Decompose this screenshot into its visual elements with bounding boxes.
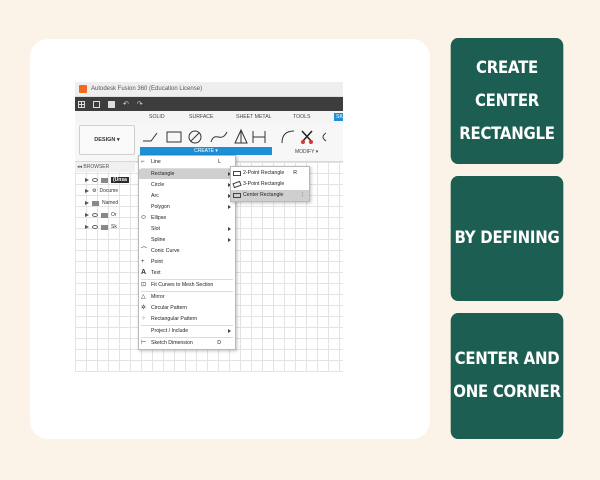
menu-item-rectangular-pattern[interactable]: ⁘ Rectangular Pattern [139, 314, 235, 324]
title-bar: Autodesk Fusion 360 (Education License) [75, 82, 343, 97]
submenu-item-2-point-rectangle[interactable]: 2-Point Rectangle R [231, 168, 309, 179]
tab-tools[interactable]: TOOLS [293, 114, 311, 120]
fit-curves-icon: ⊡ [141, 282, 147, 288]
ribbon-tabs: SOLID SURFACE SHEET METAL TOOLS SK [75, 111, 343, 123]
point-icon: + [141, 259, 145, 265]
tab-sketch[interactable]: SK [334, 113, 343, 121]
panel-line: BY DEFINING [454, 228, 560, 248]
modify-menu-button[interactable]: MODIFY ▾ [295, 149, 318, 155]
sketch-tools-icon[interactable] [141, 128, 271, 146]
modify-tools-icon[interactable] [280, 128, 340, 146]
redo-icon[interactable]: ↷ [137, 100, 143, 108]
expand-icon[interactable] [85, 189, 89, 193]
expand-icon[interactable] [85, 225, 89, 229]
menu-item-circle[interactable]: Circle [139, 180, 235, 190]
browser-row[interactable]: (Unsa [85, 175, 129, 185]
submenu-arrow-icon [228, 205, 231, 209]
gear-icon: ⚙ [92, 188, 97, 194]
conic-curve-icon: ⌒ [141, 248, 148, 254]
menu-item-point[interactable]: + Point [139, 257, 235, 267]
tab-solid[interactable]: SOLID [149, 114, 165, 120]
menu-item-mirror[interactable]: △ Mirror [139, 292, 235, 302]
text-icon: A [141, 269, 147, 276]
mirror-icon: △ [141, 294, 146, 300]
center-rectangle-icon [233, 193, 241, 198]
panel-line: RECTANGLE [459, 123, 555, 144]
component-icon [101, 177, 108, 183]
tab-sheet-metal[interactable]: SHEET METAL [236, 114, 272, 120]
ellipse-icon: ⬭ [141, 215, 147, 221]
panel-line: CENTER [474, 90, 540, 111]
file-icon[interactable] [93, 100, 100, 108]
expand-icon[interactable] [85, 213, 89, 217]
folder-icon [101, 212, 108, 218]
menu-item-project-include[interactable]: Project / Include [139, 326, 235, 336]
more-options-icon[interactable]: ⋮ [300, 190, 305, 201]
menu-item-rectangle[interactable]: Rectangle [139, 169, 235, 179]
menu-item-slot[interactable]: Slot [139, 224, 235, 234]
submenu-item-center-rectangle[interactable]: Center Rectangle ⋮ [231, 190, 309, 201]
browser-row[interactable]: Sk [85, 222, 117, 232]
panel-line: CENTER AND [454, 349, 560, 369]
fusion-screenshot: Autodesk Fusion 360 (Education License) … [75, 82, 343, 372]
circular-pattern-icon: ✲ [141, 305, 147, 311]
save-icon[interactable] [108, 100, 115, 108]
panel-line: CREATE [476, 57, 538, 78]
quick-access-toolbar: ↶ ↷ [75, 97, 343, 111]
menu-item-conic-curve[interactable]: ⌒ Conic Curve [139, 246, 235, 256]
visibility-icon[interactable] [92, 225, 98, 229]
panel-line: ONE CORNER [453, 382, 561, 402]
step-panel-create-center-rectangle: CREATE CENTER RECTANGLE [450, 38, 564, 164]
menu-item-line[interactable]: ⌐ Line L [139, 157, 235, 167]
create-menu-button[interactable]: CREATE ▾ [140, 147, 272, 155]
browser-header[interactable]: ◂◂ BROWSER [75, 162, 135, 172]
menu-item-circular-pattern[interactable]: ✲ Circular Pattern [139, 303, 235, 313]
data-panel-icon[interactable] [78, 100, 85, 108]
design-workspace-button[interactable]: DESIGN ▾ [79, 125, 135, 155]
tab-surface[interactable]: SURFACE [189, 114, 214, 120]
menu-item-ellipse[interactable]: ⬭ Ellipse [139, 213, 235, 223]
submenu-arrow-icon [228, 329, 231, 333]
menu-item-arc[interactable]: Arc [139, 191, 235, 201]
expand-icon[interactable] [85, 201, 89, 205]
visibility-icon[interactable] [92, 178, 98, 182]
rectangle-submenu: 2-Point Rectangle R 3-Point Rectangle Cen… [230, 166, 310, 202]
browser-row[interactable]: Or [85, 210, 117, 220]
visibility-icon[interactable] [92, 213, 98, 217]
rectangle-icon [233, 171, 241, 176]
menu-item-spline[interactable]: Spline [139, 235, 235, 245]
rectangular-pattern-icon: ⁘ [141, 316, 147, 322]
step-panel-by-defining: BY DEFINING [450, 176, 564, 301]
browser-row[interactable]: ⚙ Docume [85, 186, 118, 196]
menu-item-fit-curves[interactable]: ⊡ Fit Curves to Mesh Section [139, 280, 235, 290]
rotated-rectangle-icon [232, 180, 242, 189]
line-icon: ⌐ [141, 159, 145, 165]
menu-item-text[interactable]: A Text [139, 268, 235, 278]
window-title: Autodesk Fusion 360 (Education License) [91, 86, 203, 92]
sketch-dimension-icon: ⊢ [141, 340, 147, 346]
expand-icon[interactable] [85, 178, 89, 182]
folder-icon [101, 224, 108, 230]
menu-item-sketch-dimension[interactable]: ⊢ Sketch Dimension D [139, 338, 235, 348]
create-dropdown-menu: ⌐ Line L Rectangle Circle Arc Polygon ⬭ Ell… [138, 155, 236, 350]
fusion-logo-icon [79, 85, 87, 93]
submenu-arrow-icon [228, 227, 231, 231]
browser-row[interactable]: Named [85, 198, 118, 208]
folder-icon [92, 200, 99, 206]
step-panel-center-and-one-corner: CENTER AND ONE CORNER [450, 313, 564, 439]
submenu-arrow-icon [228, 238, 231, 242]
submenu-item-3-point-rectangle[interactable]: 3-Point Rectangle [231, 179, 309, 190]
menu-item-polygon[interactable]: Polygon [139, 202, 235, 212]
undo-icon[interactable]: ↶ [123, 100, 129, 108]
